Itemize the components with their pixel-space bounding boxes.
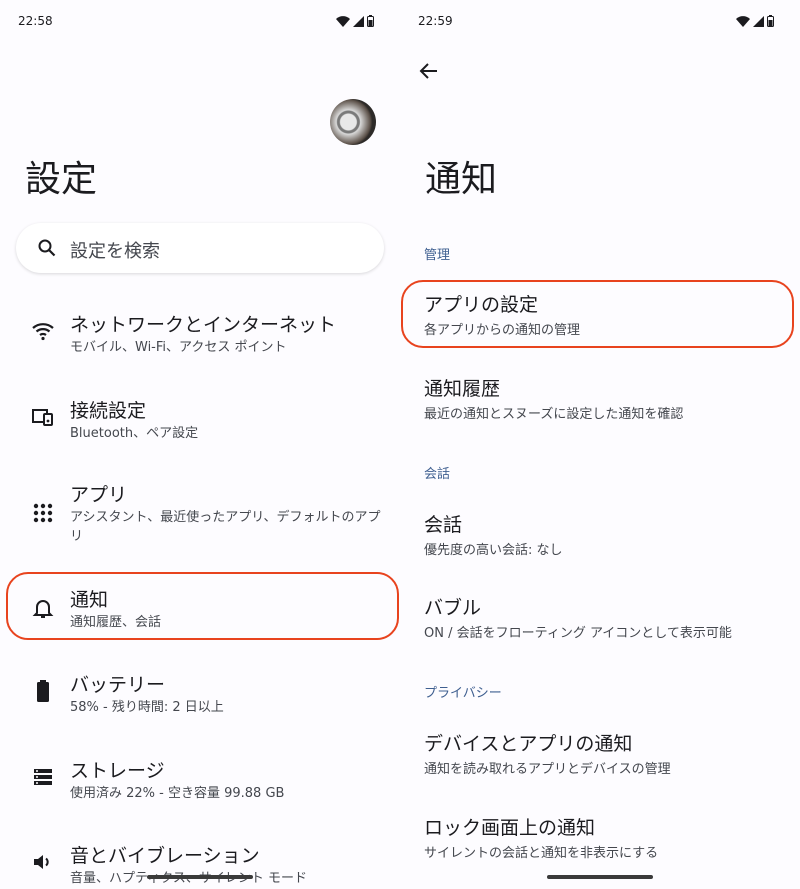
settings-item-battery[interactable]: バッテリー 58% - 残り時間: 2 日以上 [0,665,400,727]
apps-grid-icon [33,503,53,523]
notifications-item-lock-screen[interactable]: ロック画面上の通知 サイレントの会話と通知を非表示にする [400,808,800,866]
navigation-handle[interactable] [547,875,653,879]
notifications-item-title: 会話 [424,514,463,536]
section-label-conversations: 会話 [424,467,451,482]
notifications-item-title: 通知履歴 [424,378,501,400]
notifications-item-title: ロック画面上の通知 [424,817,596,839]
notifications-item-device-app-notifications[interactable]: デバイスとアプリの通知 通知を読み取れるアプリとデバイスの管理 [400,724,800,782]
settings-item-network[interactable]: ネットワークとインターネット モバイル、Wi-Fi、アクセス ポイント [0,305,400,367]
settings-item-apps[interactable]: アプリ アシスタント、最近使ったアプリ、デフォルトのアプリ [0,475,400,555]
settings-screen: 22:58 設定 設定を検索 ネットワークとインターネット モバイル、Wi-Fi… [0,0,400,889]
settings-item-subtitle: 使用済み 22% - 空き容量 99.88 GB [70,786,285,801]
section-label-manage: 管理 [424,248,451,263]
settings-item-title: ストレージ [70,760,165,782]
settings-item-title: ネットワークとインターネット [70,314,337,336]
settings-item-title: アプリ [70,484,128,506]
volume-icon [34,855,49,869]
notifications-item-subtitle: 優先度の高い会話: なし [424,543,563,558]
settings-item-title: 音とバイブレーション [70,845,260,867]
notifications-item-conversations[interactable]: 会話 優先度の高い会話: なし [400,505,800,563]
settings-item-sound[interactable]: 音とバイブレーション 音量、ハプティクス、サイレント モード [0,836,400,889]
page-title: 設定 [25,159,98,200]
section-label-privacy: プライバシー [424,686,502,701]
highlight-annotation [6,572,399,640]
notifications-item-bubbles[interactable]: バブル ON / 会話をフローティング アイコンとして表示可能 [400,588,800,646]
signal-status-icon [753,15,764,27]
settings-item-subtitle: 58% - 残り時間: 2 日以上 [70,700,224,715]
status-time: 22:59 [418,14,453,28]
back-arrow-icon[interactable] [418,60,440,82]
navigation-handle[interactable] [147,875,253,879]
settings-item-connected-devices[interactable]: 接続設定 Bluetooth、ペア設定 [0,391,400,453]
status-bar: 22:58 [18,12,382,32]
notifications-item-title: デバイスとアプリの通知 [424,733,633,755]
notifications-item-history[interactable]: 通知履歴 最近の通知とスヌーズに設定した通知を確認 [400,369,800,427]
settings-item-subtitle: モバイル、Wi-Fi、アクセス ポイント [70,340,287,355]
notifications-item-title: バブル [424,597,482,619]
battery-status-icon [767,15,774,27]
settings-item-storage[interactable]: ストレージ 使用済み 22% - 空き容量 99.88 GB [0,751,400,813]
wifi-status-icon [736,15,750,27]
settings-item-subtitle: Bluetooth、ペア設定 [70,426,199,441]
search-bar[interactable]: 設定を検索 [16,223,384,273]
status-time: 22:58 [18,14,53,28]
storage-icon [34,769,52,785]
page-title: 通知 [425,159,498,200]
status-bar: 22:59 [418,12,782,32]
notifications-item-subtitle: 最近の通知とスヌーズに設定した通知を確認 [424,407,684,422]
notifications-screen: 22:59 通知 管理 アプリの設定 各アプリからの通知の管理 通知履歴 最近の… [400,0,800,889]
highlight-annotation [401,280,794,348]
battery-status-icon [367,15,374,27]
search-placeholder: 設定を検索 [70,241,160,262]
notifications-item-subtitle: ON / 会話をフローティング アイコンとして表示可能 [424,626,732,641]
wifi-status-icon [336,15,350,27]
settings-item-subtitle: アシスタント、最近使ったアプリ、デフォルトのアプリ [70,510,381,544]
wifi-icon [32,323,54,341]
notifications-item-subtitle: 通知を読み取れるアプリとデバイスの管理 [424,762,671,777]
profile-avatar[interactable] [330,99,376,145]
search-icon [38,239,56,257]
notifications-item-subtitle: サイレントの会話と通知を非表示にする [424,846,659,861]
settings-item-title: 接続設定 [70,400,147,422]
settings-item-title: バッテリー [70,674,166,696]
signal-status-icon [353,15,364,27]
battery-icon [37,680,49,702]
devices-icon [32,409,53,426]
